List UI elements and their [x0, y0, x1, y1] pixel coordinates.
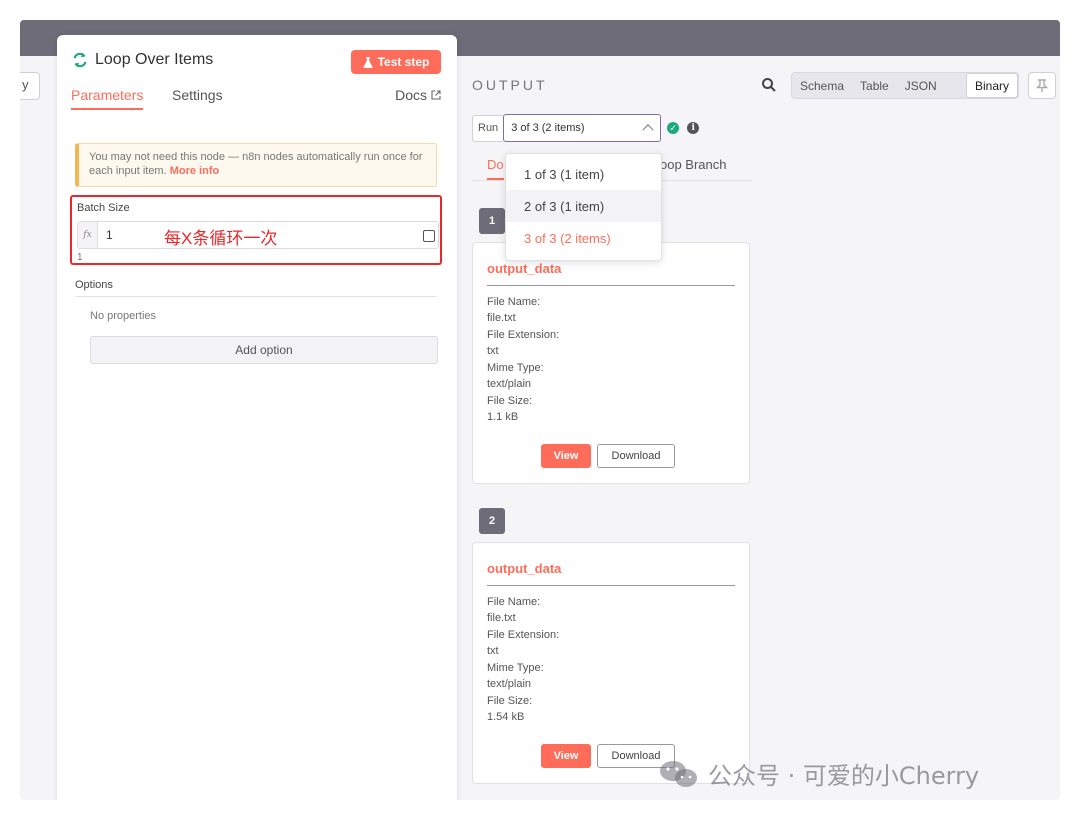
- binary-property-name: output_data: [487, 261, 562, 276]
- view-schema[interactable]: Schema: [792, 73, 852, 98]
- loop-icon: [73, 52, 87, 68]
- options-divider: [75, 296, 437, 297]
- download-button[interactable]: Download: [597, 444, 675, 468]
- run-select[interactable]: 3 of 3 (2 items): [503, 114, 662, 142]
- panel-tabs: Parameters Settings Docs: [71, 87, 441, 111]
- binary-item-card: output_data File Name: file.txt File Ext…: [472, 542, 750, 784]
- success-check-icon: ✓: [667, 122, 680, 134]
- file-extension-value: txt: [487, 345, 499, 357]
- batch-size-label: Batch Size: [77, 202, 130, 214]
- card-divider: [487, 285, 735, 286]
- mime-type-label: Mime Type:: [487, 662, 544, 674]
- flask-icon: [363, 56, 373, 68]
- tab-loop-branch[interactable]: oop Branch: [660, 157, 727, 178]
- add-option-button[interactable]: Add option: [90, 336, 438, 364]
- item-index-badge: 1: [479, 208, 505, 234]
- run-option[interactable]: 1 of 3 (1 item): [506, 158, 661, 190]
- run-dropdown-menu: 1 of 3 (1 item) 2 of 3 (1 item) 3 of 3 (…: [505, 153, 662, 261]
- notice-text: You may not need this node — n8n nodes a…: [89, 151, 423, 177]
- add-option-label: Add option: [235, 343, 293, 357]
- file-extension-value: txt: [487, 645, 499, 657]
- file-name-value: file.txt: [487, 312, 516, 324]
- file-name-label: File Name:: [487, 596, 541, 608]
- file-extension-label: File Extension:: [487, 629, 560, 641]
- test-step-label: Test step: [377, 55, 430, 69]
- node-parameters-panel: Loop Over Items Test step Parameters Set…: [57, 35, 457, 800]
- app-frame: y Loop Over Items Test step Parameters S…: [20, 20, 1060, 800]
- view-json[interactable]: JSON: [897, 73, 945, 98]
- docs-link[interactable]: Docs: [395, 87, 441, 103]
- tab-done-branch[interactable]: Do: [487, 157, 504, 180]
- file-extension-label: File Extension:: [487, 329, 560, 341]
- mime-type-value: text/plain: [487, 678, 532, 690]
- expression-toggle[interactable]: fx: [78, 222, 98, 248]
- batch-size-value: 1: [106, 228, 113, 242]
- file-name-label: File Name:: [487, 296, 541, 308]
- binary-item-card: output_data File Name: file.txt File Ext…: [472, 242, 750, 484]
- batch-size-preview: 1: [77, 252, 83, 263]
- view-mode-toggle: Schema Table JSON Binary: [791, 72, 1019, 99]
- file-size-label: File Size:: [487, 695, 533, 707]
- item-index-badge: 2: [479, 508, 505, 534]
- file-size-label: File Size:: [487, 395, 533, 407]
- mime-type-label: Mime Type:: [487, 362, 544, 374]
- node-title: Loop Over Items: [95, 51, 214, 68]
- run-option[interactable]: 2 of 3 (1 item): [506, 190, 661, 222]
- run-label: Run: [472, 114, 504, 142]
- card-divider: [487, 585, 735, 586]
- annotation-text: 每X条循环一次: [164, 229, 278, 248]
- test-step-button[interactable]: Test step: [351, 50, 441, 74]
- run-select-value: 3 of 3 (2 items): [511, 122, 585, 134]
- mime-type-value: text/plain: [487, 378, 532, 390]
- view-binary[interactable]: Binary: [965, 73, 1018, 98]
- run-option-selected[interactable]: 3 of 3 (2 items): [506, 222, 661, 254]
- pin-icon: [1036, 78, 1048, 92]
- run-selector: Run 3 of 3 (2 items) ✓ i: [472, 114, 700, 142]
- info-notice: You may not need this node — n8n nodes a…: [75, 143, 437, 187]
- file-size-value: 1.54 kB: [487, 711, 525, 723]
- batch-size-highlight: Batch Size fx 1 每X条循环一次 1: [70, 195, 442, 265]
- docs-label: Docs: [395, 87, 427, 103]
- tab-parameters[interactable]: Parameters: [71, 87, 144, 110]
- pin-data-button[interactable]: [1028, 72, 1056, 99]
- search-icon[interactable]: [761, 77, 777, 93]
- expand-editor-icon[interactable]: [423, 230, 435, 242]
- info-icon[interactable]: i: [687, 122, 700, 134]
- view-button[interactable]: View: [541, 744, 591, 768]
- file-size-value: 1.1 kB: [487, 411, 519, 423]
- watermark: 公众号 · 可爱的小Cherry: [658, 756, 979, 791]
- external-link-icon: [431, 90, 441, 100]
- output-title: OUTPUT: [472, 77, 548, 93]
- file-name-value: file.txt: [487, 612, 516, 624]
- more-info-link[interactable]: More info: [170, 165, 220, 177]
- view-button[interactable]: View: [541, 444, 591, 468]
- input-panel-stub[interactable]: y: [20, 72, 40, 100]
- view-table[interactable]: Table: [852, 73, 897, 98]
- chevron-up-icon: [642, 124, 654, 136]
- tab-settings[interactable]: Settings: [172, 87, 223, 108]
- binary-property-name: output_data: [487, 561, 562, 576]
- watermark-text: 公众号 · 可爱的小Cherry: [708, 762, 980, 790]
- options-label: Options: [75, 279, 113, 291]
- no-properties-text: No properties: [90, 310, 157, 322]
- wechat-icon: [660, 760, 697, 787]
- node-header: Loop Over Items: [71, 51, 213, 69]
- input-stub-label: y: [22, 77, 29, 92]
